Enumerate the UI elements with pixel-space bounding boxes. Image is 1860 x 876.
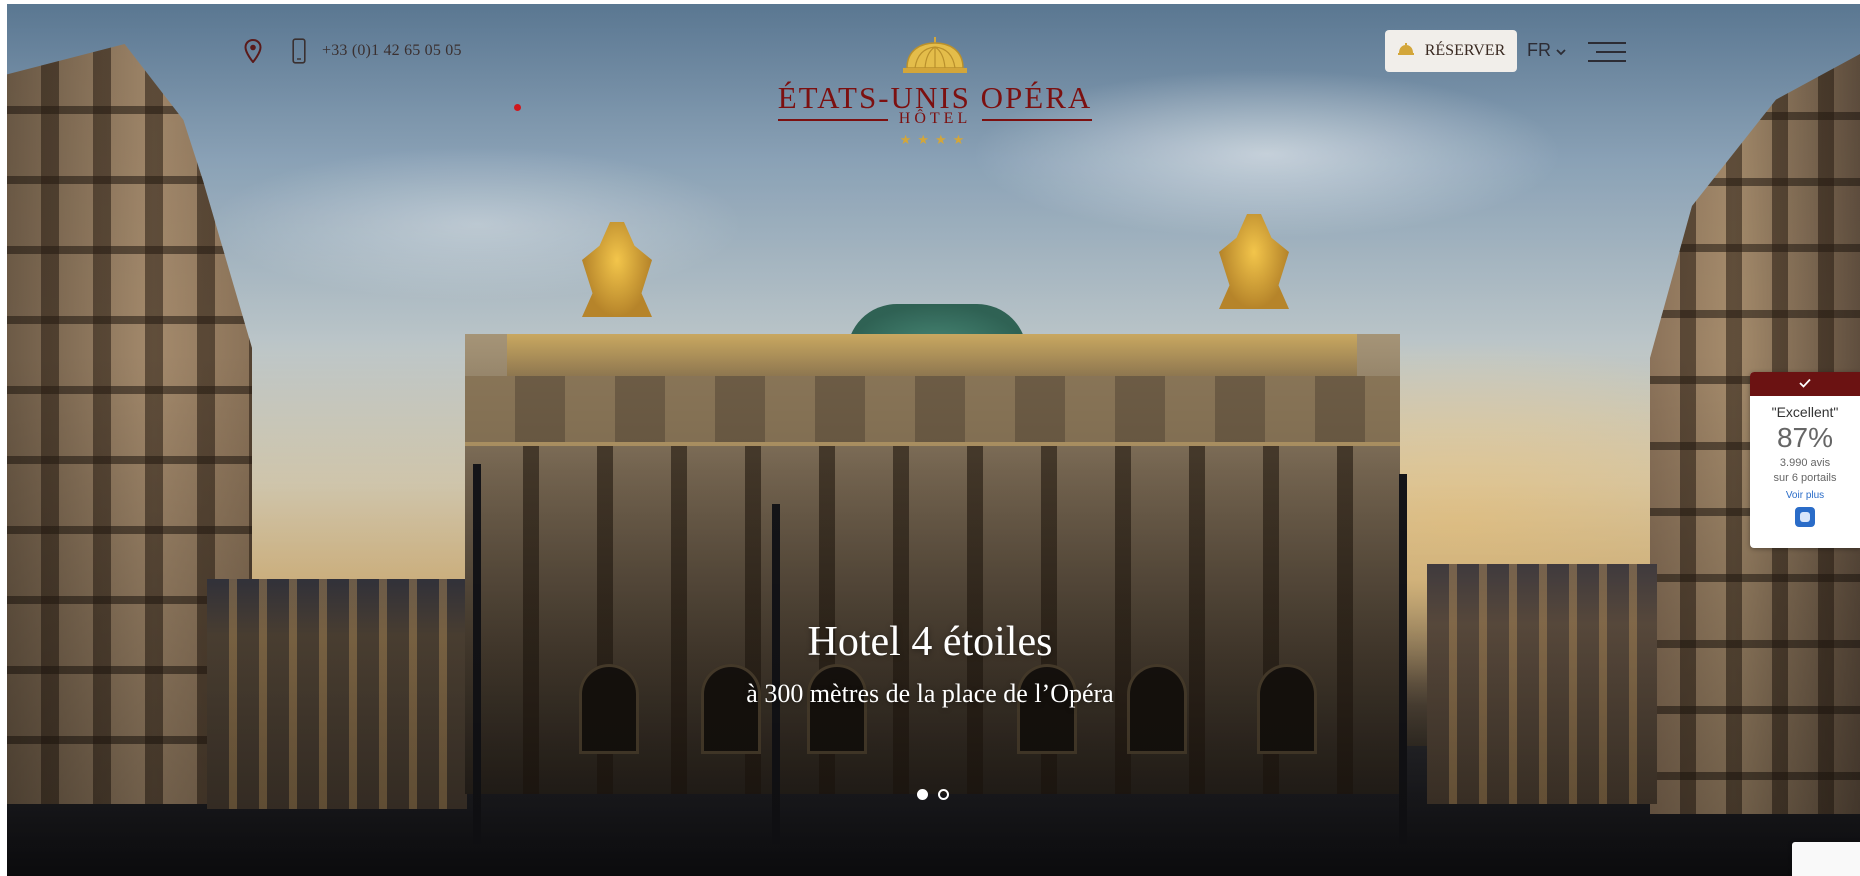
review-portals: sur 6 portails: [1773, 472, 1837, 484]
review-score: 87%: [1776, 422, 1834, 453]
logo-subtitle: HÔTEL: [898, 110, 972, 127]
hero-title: Hotel 4 étoiles: [807, 619, 1053, 665]
hamburger-menu-icon[interactable]: [1584, 40, 1626, 66]
hero-subtitle: à 300 mètres de la place de l’Opéra: [746, 679, 1114, 708]
service-bell-icon: [1397, 42, 1415, 61]
review-reviews: 3.990 avis: [1779, 457, 1831, 469]
review-more-link[interactable]: Voir plus: [1750, 490, 1860, 501]
language-selector[interactable]: FR: [1527, 40, 1566, 61]
reserve-button[interactable]: RÉSERVER: [1385, 30, 1517, 72]
opera-dome-logo-icon: [901, 36, 969, 83]
phone-number-link[interactable]: +33 (0)1 42 65 05 05: [322, 42, 462, 60]
logo-stars: ★★★★: [899, 132, 971, 147]
slider-dot-1[interactable]: [917, 789, 928, 800]
review-badge-icon: [1795, 507, 1815, 527]
map-pin-icon[interactable]: [244, 39, 262, 63]
review-widget[interactable]: "Excellent" 87% 3.990 avis sur 6 portail…: [1750, 372, 1860, 548]
slider-pagination: [917, 789, 949, 800]
hotel-logo[interactable]: ÉTATS-UNIS OPÉRA HÔTEL ★★★★: [770, 36, 1100, 154]
review-rating: "Excellent": [1771, 404, 1839, 420]
review-widget-header: [1750, 372, 1860, 396]
decorative-dot: [514, 104, 521, 111]
reserve-label: RÉSERVER: [1424, 42, 1506, 59]
mobile-phone-icon: [292, 38, 306, 64]
header-contact: +33 (0)1 42 65 05 05: [244, 38, 462, 64]
checkmark-icon: [1799, 375, 1811, 393]
review-count: 3.990 avis sur 6 portails: [1750, 456, 1860, 486]
language-code: FR: [1527, 40, 1551, 60]
recaptcha-badge[interactable]: [1792, 842, 1860, 876]
slider-dot-2[interactable]: [938, 789, 949, 800]
chevron-down-icon: [1556, 40, 1566, 61]
